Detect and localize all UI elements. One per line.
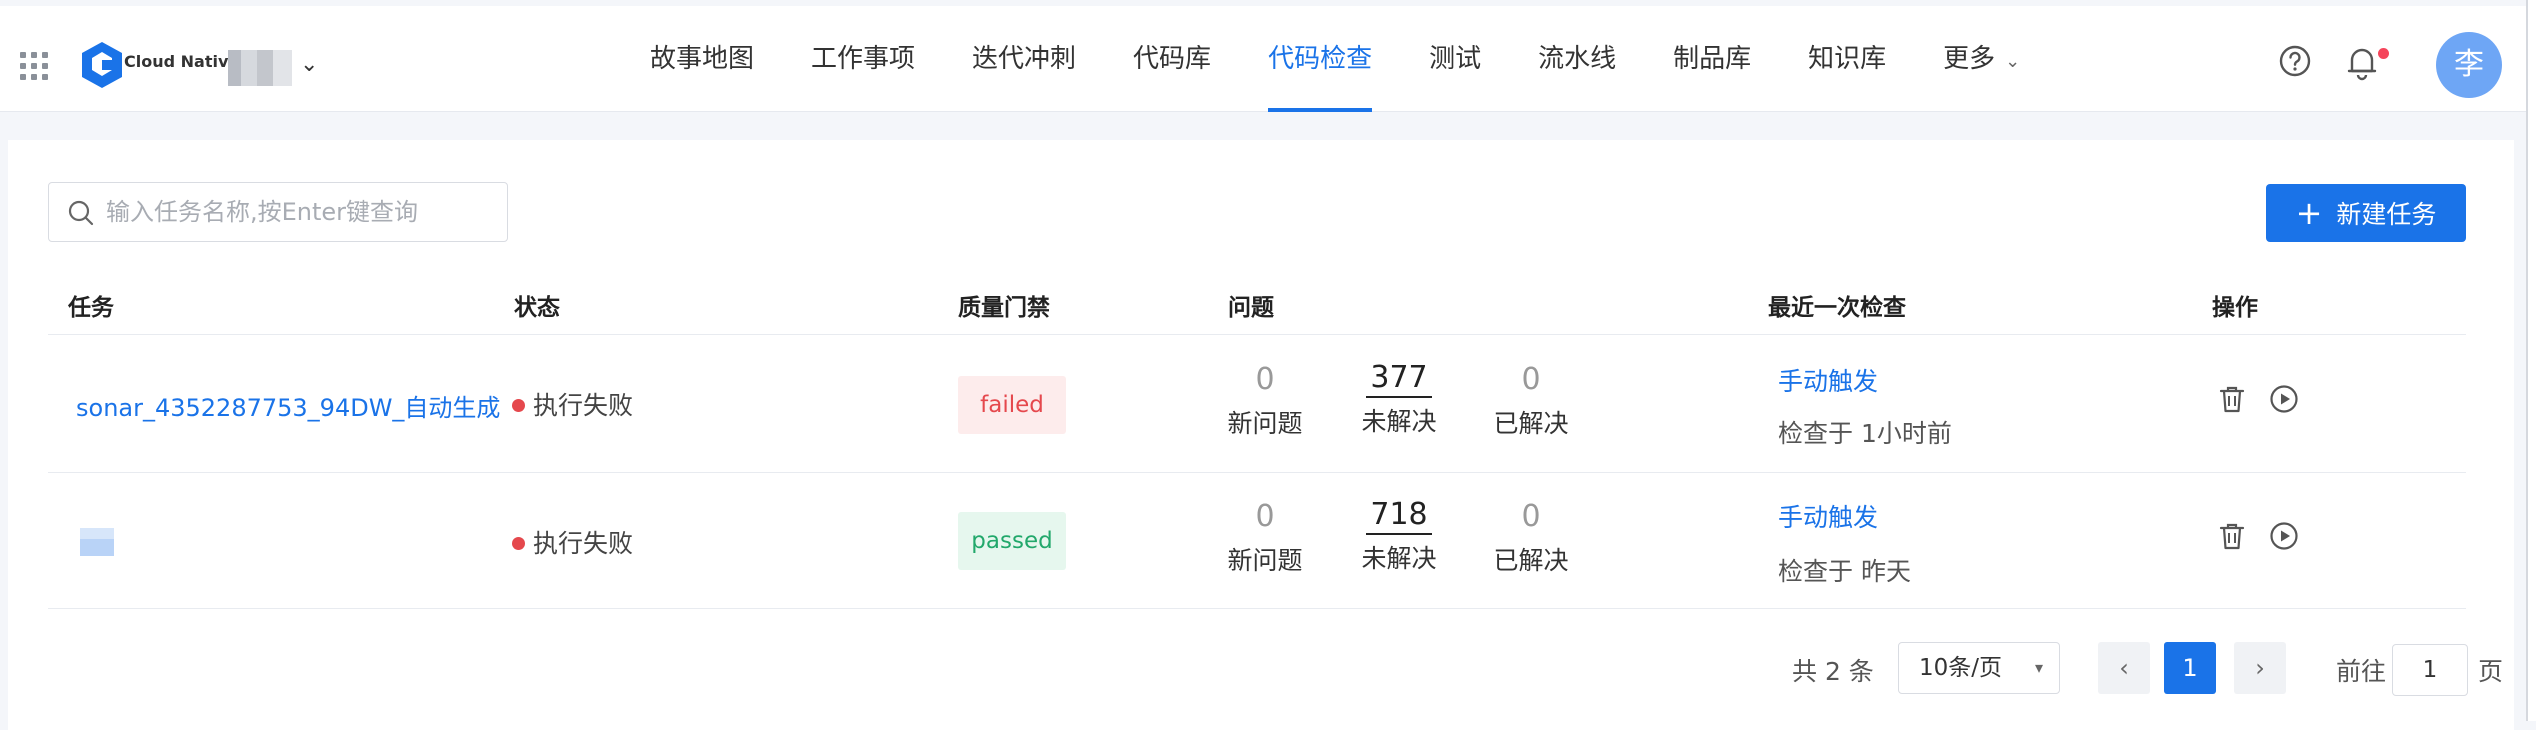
nav-item-sprints[interactable]: 迭代冲刺 [972, 6, 1076, 112]
trigger-type-link[interactable]: 手动触发 [1778, 498, 1878, 534]
last-check-time: 检查于 昨天 [1778, 557, 1911, 586]
total-count: 共 2 条 [1792, 657, 1874, 686]
logo-text: Cloud Native [124, 52, 240, 71]
new-task-label: 新建任务 [2336, 200, 2437, 229]
nav-item-more-label: 更多 [1943, 44, 1996, 74]
window-edge [2526, 0, 2536, 721]
column-header-actions: 操作 [2212, 295, 2258, 321]
main-nav: 故事地图 工作事项 迭代冲刺 代码库 代码检查 测试 流水线 制品库 知识库 更… [650, 6, 2077, 112]
quality-gate-badge: passed [958, 512, 1066, 570]
user-avatar[interactable]: 李 [2436, 32, 2502, 98]
prev-page-chevron-left-icon[interactable]: ‹ [2098, 642, 2150, 694]
goto-label: 前往 [2336, 657, 2387, 686]
status-dot [512, 536, 525, 550]
page-size-select[interactable]: 10条/页 ▾ [1898, 642, 2060, 694]
status-text: 执行失败 [533, 391, 634, 420]
run-play-icon[interactable] [2268, 383, 2300, 415]
status-text: 执行失败 [533, 529, 634, 558]
new-issues-label: 新问题 [1227, 546, 1303, 575]
delete-trash-icon[interactable] [2216, 520, 2248, 552]
resolved-label: 已解决 [1493, 409, 1569, 438]
plus-icon: + [2295, 194, 2323, 232]
new-issues-metric[interactable]: 0 新问题 [1210, 360, 1320, 444]
trigger-type-link[interactable]: 手动触发 [1778, 362, 1878, 398]
row-divider [48, 472, 2466, 473]
task-name-link[interactable]: sonar_4352287753_94DW_自动生成 [76, 388, 500, 423]
app-grid-icon[interactable] [20, 52, 48, 80]
page-number-button[interactable]: 1 [2164, 642, 2216, 694]
goto-page-input[interactable]: 1 [2392, 644, 2468, 696]
notification-bell-icon[interactable] [2342, 42, 2382, 82]
search-input[interactable] [104, 183, 499, 241]
nav-item-code-check[interactable]: 代码检查 [1268, 6, 1373, 112]
new-issues-metric[interactable]: 0 新问题 [1210, 497, 1320, 581]
nav-item-artifacts[interactable]: 制品库 [1673, 6, 1751, 112]
search-icon [68, 200, 94, 226]
column-header-last-check: 最近一次检查 [1768, 295, 1906, 321]
new-issues-count: 0 [1255, 499, 1275, 534]
column-header-status: 状态 [514, 295, 560, 321]
header-divider [48, 334, 2466, 335]
new-task-button[interactable]: + 新建任务 [2266, 184, 2466, 242]
caret-down-icon: ▾ [2034, 658, 2043, 677]
chevron-down-icon: ⌄ [2005, 51, 2021, 72]
task-status: 执行失败 [512, 524, 633, 560]
page-suffix: 页 [2478, 657, 2504, 686]
help-icon[interactable] [2278, 44, 2312, 78]
next-page-chevron-right-icon[interactable]: › [2234, 642, 2286, 694]
nav-item-more[interactable]: 更多 ⌄ [1943, 6, 2020, 112]
resolved-issues-metric[interactable]: 0 已解决 [1476, 360, 1586, 444]
nav-item-pipeline[interactable]: 流水线 [1538, 6, 1616, 112]
column-header-task: 任务 [68, 295, 114, 321]
task-search-box[interactable] [48, 182, 508, 242]
last-check-time: 检查于 1小时前 [1778, 419, 1952, 448]
resolved-count: 0 [1521, 499, 1541, 534]
unresolved-issues-metric[interactable]: 377 未解决 [1344, 358, 1454, 442]
unresolved-count: 377 [1366, 360, 1432, 398]
page-size-value: 10条/页 [1919, 655, 2003, 681]
new-issues-label: 新问题 [1227, 409, 1303, 438]
delete-trash-icon[interactable] [2216, 383, 2248, 415]
resolved-count: 0 [1521, 362, 1541, 397]
nav-item-wiki[interactable]: 知识库 [1808, 6, 1886, 112]
quality-gate-badge: failed [958, 376, 1066, 434]
unresolved-label: 未解决 [1361, 544, 1437, 573]
resolved-label: 已解决 [1493, 546, 1569, 575]
resolved-issues-metric[interactable]: 0 已解决 [1476, 497, 1586, 581]
nav-item-repos[interactable]: 代码库 [1133, 6, 1211, 112]
unresolved-label: 未解决 [1361, 407, 1437, 436]
run-play-icon[interactable] [2268, 520, 2300, 552]
new-issues-count: 0 [1255, 362, 1275, 397]
column-header-issues: 问题 [1228, 295, 1274, 321]
column-header-quality-gate: 质量门禁 [958, 295, 1050, 321]
status-dot [512, 398, 525, 412]
task-name-link-redacted[interactable] [80, 528, 114, 556]
project-avatar[interactable] [228, 50, 292, 86]
nav-item-work-items[interactable]: 工作事项 [811, 6, 915, 112]
unresolved-count: 718 [1366, 497, 1432, 535]
project-switch-chevron-down-icon[interactable]: ⌄ [300, 52, 318, 77]
unresolved-issues-metric[interactable]: 718 未解决 [1344, 495, 1454, 579]
notification-badge [2378, 48, 2389, 59]
task-status: 执行失败 [512, 386, 633, 422]
nav-item-testing[interactable]: 测试 [1429, 6, 1481, 112]
cloud-native-logo-icon [82, 42, 122, 88]
nav-item-story-map[interactable]: 故事地图 [650, 6, 754, 112]
top-navigation-bar: Cloud Native ⌄ 故事地图 工作事项 迭代冲刺 代码库 代码检查 测… [0, 6, 2526, 112]
row-divider [48, 608, 2466, 609]
